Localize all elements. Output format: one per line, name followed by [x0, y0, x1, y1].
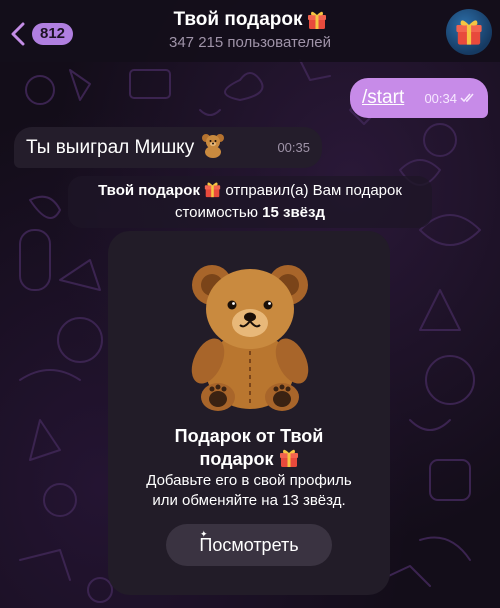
- gift-card-desc-line2: или обменяйте на 13 звёзд.: [152, 492, 346, 509]
- member-count: 347 215 пользователей: [169, 34, 331, 51]
- double-check-icon: [460, 93, 474, 103]
- sparkle-icon: ✦: [200, 529, 208, 539]
- service-text-part2: стоимостью: [174, 204, 258, 221]
- view-gift-button[interactable]: ✦ Посмотреть: [166, 524, 332, 566]
- gift-card-description: Добавьте его в свой профиль или обменяйт…: [108, 471, 390, 511]
- back-chevron-icon: [11, 22, 25, 46]
- back-button[interactable]: 812: [10, 22, 74, 46]
- service-gift-icon: [204, 181, 221, 198]
- chat-header: 812 Твой подарок 347 215 пользователей: [0, 0, 500, 62]
- service-line-1: Твой подарок отправил(а) Вам подарок: [76, 180, 424, 202]
- gift-card-desc-line1: Добавьте его в свой профиль: [146, 472, 352, 489]
- service-text-part1: отправил(а) Вам подарок: [225, 182, 402, 199]
- unread-count-badge: 812: [32, 23, 74, 45]
- gift-card-title-line2-text: подарок: [199, 449, 274, 469]
- avatar-gift-icon: [456, 20, 482, 45]
- teddy-bear-emoji-icon: [200, 132, 226, 163]
- view-gift-button-label: Посмотреть: [199, 534, 299, 555]
- service-amount: 15 звёзд: [262, 204, 326, 221]
- gift-card-title-line2: подарок: [148, 448, 350, 471]
- gift-icon: [307, 10, 327, 30]
- chat-title-text: Твой подарок: [173, 9, 303, 30]
- chat-title-block[interactable]: Твой подарок 347 215 пользователей: [100, 9, 400, 51]
- gift-service-message: Твой подарок отправил(а) Вам подарок сто…: [68, 176, 432, 228]
- outgoing-time-text: 00:34: [424, 90, 457, 106]
- incoming-message[interactable]: Ты выиграл Мишку 00:35: [14, 127, 322, 168]
- chat-avatar[interactable]: [446, 9, 492, 55]
- outgoing-message-time: 00:34: [424, 91, 476, 106]
- start-command-link[interactable]: /start: [362, 87, 404, 109]
- gift-card-title-line1: Подарок от Твой: [174, 426, 324, 446]
- outgoing-message[interactable]: /start 00:34: [350, 78, 488, 118]
- incoming-message-time: 00:35: [277, 140, 310, 155]
- chat-title: Твой подарок: [173, 9, 326, 31]
- incoming-message-text: Ты выиграл Мишку: [26, 136, 195, 158]
- card-gift-icon: [279, 448, 299, 468]
- service-line-2: стоимостью 15 звёзд: [76, 202, 424, 224]
- service-sender[interactable]: Твой подарок: [98, 182, 200, 199]
- gift-card[interactable]: Подарок от Твой подарок Добавьте его в с…: [108, 231, 390, 595]
- gift-card-title: Подарок от Твой подарок: [108, 425, 390, 471]
- teddy-bear-icon: [191, 265, 309, 411]
